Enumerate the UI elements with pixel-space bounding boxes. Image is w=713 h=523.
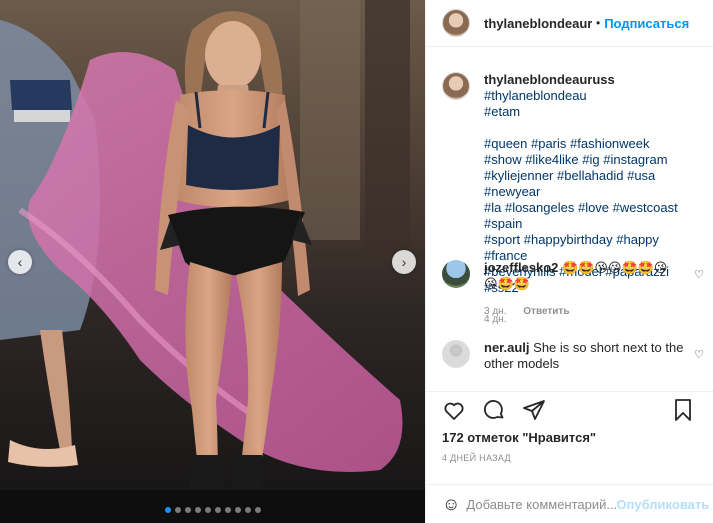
author-username[interactable]: thylaneblondeaurι [484, 16, 592, 31]
caption-author-avatar[interactable] [442, 72, 470, 100]
post-sidebar: thylaneblondeaurι • Подписаться thylaneb… [425, 0, 713, 523]
carousel-dot [234, 507, 241, 513]
comment-input[interactable] [466, 497, 617, 512]
author-avatar[interactable] [442, 9, 470, 37]
carousel-dot [214, 507, 221, 513]
comment-item: jozefflesko2 🤩🤩😘😘🤩🤩😘 😘🤩🤩 ♡ [442, 260, 704, 292]
like-button[interactable] [434, 394, 474, 426]
comment-button[interactable] [474, 394, 514, 426]
carousel-prev-button[interactable]: ‹ [8, 250, 32, 274]
post-media[interactable]: ‹ › [0, 0, 425, 523]
comment-username[interactable]: jozefflesko2 [484, 260, 558, 275]
likes-count[interactable]: 172 отметок "Нравится" [426, 430, 713, 445]
comment-body: ner.aulj She is so short next to the oth… [484, 340, 684, 372]
hashtag-line[interactable]: #kyliejenner #bellahadid #usa #newyear [484, 168, 697, 200]
heart-icon [444, 402, 464, 420]
carousel-dot [244, 507, 251, 513]
comment-icon [483, 400, 504, 419]
instagram-post: ‹ › thylaneblondeaurι • Подписаться thyl… [0, 0, 713, 523]
caption-hashtag[interactable]: #etam [484, 104, 520, 119]
hashtag-line[interactable]: #queen #paris #fashionweek [484, 136, 697, 152]
publish-button[interactable]: Опубликовать [616, 497, 709, 512]
chevron-left-icon: ‹ [17, 254, 23, 270]
add-comment-bar: ☺ Опубликовать [426, 484, 713, 523]
carousel-dot [194, 507, 201, 513]
paper-plane-icon [523, 400, 545, 420]
carousel-dot [174, 507, 181, 513]
post-timestamp[interactable]: 4 ДНЕЙ НАЗАД [426, 453, 713, 463]
post-photo [0, 0, 425, 523]
share-button[interactable] [514, 394, 554, 426]
carousel-dot [164, 507, 171, 513]
comment-body: jozefflesko2 🤩🤩😘😘🤩🤩😘 😘🤩🤩 [484, 260, 684, 292]
reply-button[interactable]: Ответить [523, 306, 569, 317]
commenter-avatar[interactable] [442, 260, 470, 288]
comment-username[interactable]: ner.aulj [484, 340, 530, 355]
save-button[interactable] [669, 394, 697, 426]
carousel-dot [224, 507, 231, 513]
bookmark-icon [675, 399, 691, 421]
carousel-dot [254, 507, 261, 513]
commenter-avatar[interactable] [442, 340, 470, 368]
action-icons [426, 392, 713, 424]
caption-username[interactable]: thylaneblondeauruss [484, 72, 615, 87]
caption-hashtag[interactable]: #thylaneblondeau [484, 88, 587, 103]
carousel-dot [204, 507, 211, 513]
comment-timestamp[interactable]: 3 дн. [484, 306, 506, 317]
post-header: thylaneblondeaurι • Подписаться [426, 0, 713, 47]
hashtag-line[interactable]: #show #like4like #ig #instagram [484, 152, 697, 168]
carousel-next-button[interactable]: › [392, 250, 416, 274]
header-separator: • [596, 16, 601, 30]
comment-like-icon[interactable]: ♡ [694, 348, 704, 361]
hashtag-line[interactable]: #la #losangeles #love #westcoast #spain [484, 200, 697, 232]
post-actions: 172 отметок "Нравится" 4 ДНЕЙ НАЗАД ☺ Оп… [426, 391, 713, 523]
chevron-right-icon: › [401, 254, 407, 270]
comment-meta: 3 дн. Ответить [484, 306, 569, 317]
comment-item: ner.aulj She is so short next to the oth… [442, 340, 704, 372]
carousel-indicator [0, 507, 425, 513]
smiley-icon[interactable]: ☺ [442, 494, 460, 515]
carousel-dot [184, 507, 191, 513]
comment-like-icon[interactable]: ♡ [694, 268, 704, 281]
follow-button[interactable]: Подписаться [604, 16, 689, 31]
comments-area: thylaneblondeauruss #thylaneblondeau #et… [426, 48, 713, 390]
